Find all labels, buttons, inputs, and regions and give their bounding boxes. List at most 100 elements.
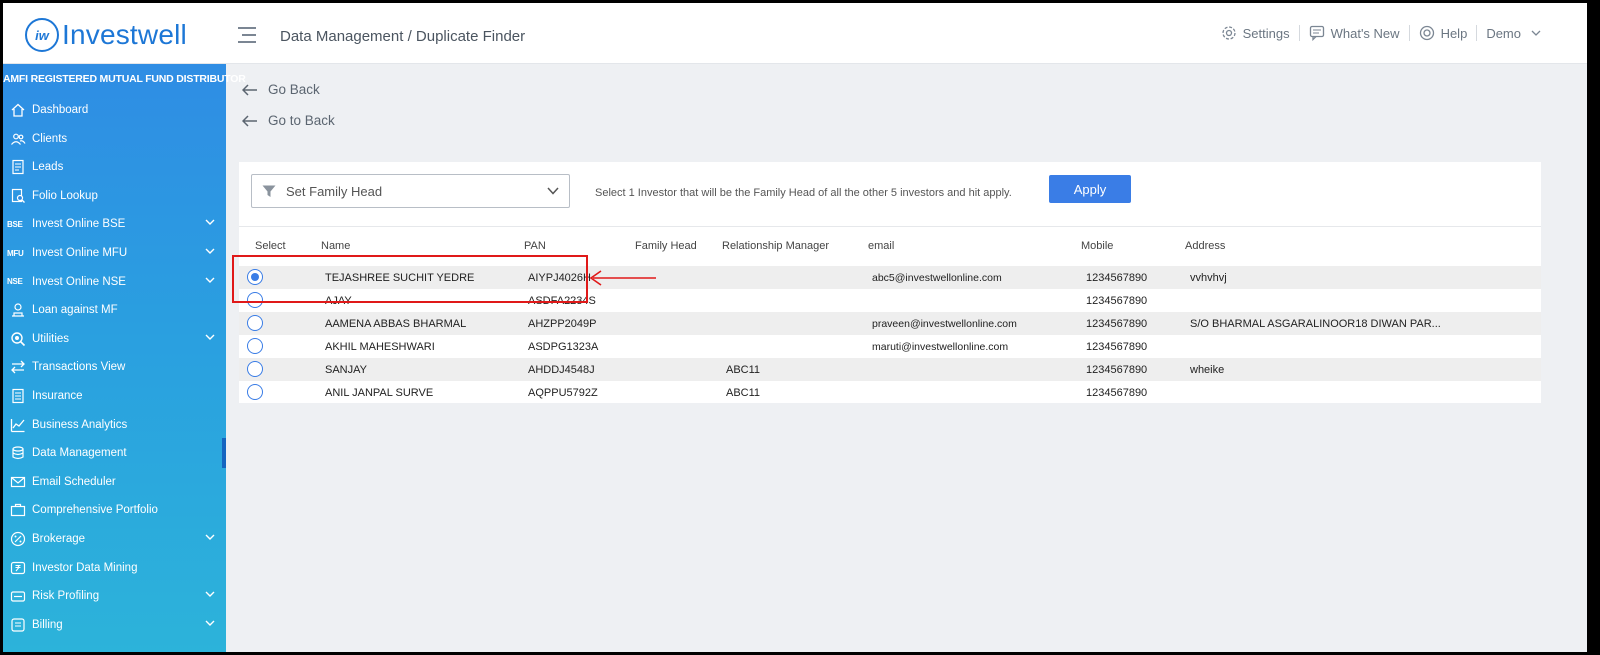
lifebuoy-icon <box>1419 25 1434 41</box>
cell-pan: AQPPU5792Z <box>528 386 598 399</box>
sidebar-item-clients[interactable]: Clients <box>3 125 226 153</box>
breadcrumb: Data Management / Duplicate Finder <box>280 28 526 45</box>
cell-address: vvhvhvj <box>1190 272 1227 284</box>
sidebar-item-leads[interactable]: Leads <box>3 153 226 181</box>
help-label: Help <box>1440 25 1468 41</box>
sidebar-item-billing[interactable]: Billing <box>3 611 226 639</box>
table-row: AAMENA ABBAS BHARMAL AHZPP2049P praveen@in… <box>239 311 1541 335</box>
family-head-select[interactable]: Set Family Head <box>251 174 570 208</box>
sidebar-item-transactions-view[interactable]: Transactions View <box>3 353 226 381</box>
cell-address: wheike <box>1190 363 1225 376</box>
sidebar-item-invest-online-mfu[interactable]: MFU Invest Online MFU <box>3 239 226 267</box>
sidebar-item-label: Invest Online NSE <box>32 275 126 288</box>
menu-toggle-icon[interactable] <box>238 27 258 45</box>
column-header-pan: PAN <box>524 240 546 252</box>
chevron-down-icon <box>1531 30 1541 36</box>
go-to-back-label: Go to Back <box>268 113 335 128</box>
go-back-link[interactable]: Go Back <box>242 82 320 97</box>
sidebar-item-insurance[interactable]: Insurance <box>3 382 226 410</box>
sidebar-item-brokerage[interactable]: Brokerage <box>3 525 226 553</box>
transfer-icon <box>9 359 27 375</box>
sidebar-item-label: Transactions View <box>32 361 126 374</box>
cell-name: AAMENA ABBAS BHARMAL <box>325 317 467 330</box>
divider <box>239 226 1541 227</box>
cell-mobile: 1234567890 <box>1086 294 1148 307</box>
apply-button[interactable]: Apply <box>1049 175 1131 203</box>
annotation-arrow <box>589 270 656 286</box>
billing-icon <box>9 617 27 633</box>
chevron-down-icon <box>205 591 215 598</box>
cell-email: abc5@investwellonline.com <box>872 272 1002 284</box>
column-header-family-head: Family Head <box>635 240 697 252</box>
sidebar-item-folio-lookup[interactable]: Folio Lookup <box>3 182 226 210</box>
sidebar-item-label: Brokerage <box>32 533 86 545</box>
user-menu[interactable]: Demo <box>1486 26 1547 41</box>
sidebar-item-label: Utilities <box>32 332 70 345</box>
mfu-badge: MFU <box>7 248 24 258</box>
chevron-down-icon <box>205 277 215 283</box>
sidebar-item-label: Comprehensive Portfolio <box>32 504 158 517</box>
loan-icon <box>9 302 27 318</box>
settings-link[interactable]: Settings <box>1221 25 1290 41</box>
sidebar-item-label: Risk Profiling <box>32 590 100 603</box>
sidebar-item-label: Leads <box>32 161 64 174</box>
whats-new-link[interactable]: What's New <box>1309 25 1400 41</box>
annotation-highlight-box <box>232 255 588 303</box>
portfolio-icon <box>9 502 27 518</box>
select-radio[interactable] <box>247 383 263 400</box>
top-header: iw Investwell Data Management / Duplicat… <box>3 3 1587 64</box>
sidebar-item-business-analytics[interactable]: Business Analytics <box>3 411 226 439</box>
instruction-text: Select 1 Investor that will be the Famil… <box>595 187 1012 199</box>
sidebar-item-label: Invest Online MFU <box>32 247 128 259</box>
folio-search-icon <box>9 188 27 204</box>
table-row: SANJAY AHDDJ4548J ABC11 1234567890 wheike <box>239 357 1541 381</box>
sidebar-item-loan-against-mf[interactable]: Loan against MF <box>3 296 226 324</box>
sidebar-item-invest-online-nse[interactable]: NSE Invest Online NSE <box>3 268 226 296</box>
sidebar-item-email-scheduler[interactable]: Email Scheduler <box>3 468 226 496</box>
sidebar-item-label: Billing <box>32 618 63 631</box>
go-back-label: Go Back <box>268 82 320 97</box>
cell-name: ANIL JANPAL SURVE <box>325 386 434 399</box>
sidebar-item-label: Loan against MF <box>32 304 118 317</box>
risk-icon <box>9 588 27 604</box>
help-link[interactable]: Help <box>1419 25 1468 41</box>
select-radio[interactable] <box>247 360 263 377</box>
sidebar-item-risk-profiling[interactable]: Risk Profiling <box>3 582 226 610</box>
sidebar-item-comprehensive-portfolio[interactable]: Comprehensive Portfolio <box>3 496 226 524</box>
cell-name: SANJAY <box>325 363 367 376</box>
select-radio[interactable] <box>247 337 263 354</box>
investwell-logo[interactable]: iw Investwell <box>25 17 187 53</box>
sidebar-item-invest-online-bse[interactable]: BSE Invest Online BSE <box>3 210 226 238</box>
sidebar-item-utilities[interactable]: Utilities <box>3 325 226 353</box>
column-header-mobile: Mobile <box>1081 240 1114 252</box>
rupee-icon <box>9 560 27 576</box>
cell-pan: ASDPG1323A <box>528 340 599 353</box>
go-to-back-link[interactable]: Go to Back <box>242 113 335 128</box>
family-head-select-value: Set Family Head <box>286 183 383 199</box>
chevron-down-icon <box>205 620 215 626</box>
main-content: Go Back Go to Back Set Family Head Selec… <box>226 64 1587 652</box>
cell-relationship-manager: ABC11 <box>726 386 761 399</box>
sidebar-title: AMFI REGISTERED MUTUAL FUND DISTRIBUTOR <box>3 73 246 85</box>
sidebar-item-label: Data Management <box>32 447 127 460</box>
cell-mobile: 1234567890 <box>1086 317 1148 330</box>
cell-address: S/O BHARMAL ASGARALINOOR18 DIWAN PAR... <box>1190 317 1441 330</box>
arrow-left-icon <box>242 114 257 127</box>
cell-name: AKHIL MAHESHWARI <box>325 340 435 353</box>
table-header: Select Name PAN Family Head Relationship… <box>239 240 1541 256</box>
logo-text: Investwell <box>62 19 187 50</box>
sidebar-item-label: Business Analytics <box>32 418 128 431</box>
select-radio[interactable] <box>247 314 263 331</box>
sidebar-item-investor-data-mining[interactable]: Investor Data Mining <box>3 554 226 582</box>
settings-label: Settings <box>1242 25 1290 41</box>
home-icon <box>9 102 27 118</box>
chevron-down-icon <box>205 534 215 540</box>
sidebar-item-label: Dashboard <box>32 104 89 116</box>
app-window: iw Investwell Data Management / Duplicat… <box>3 3 1587 652</box>
insurance-icon <box>9 388 27 404</box>
sidebar-item-dashboard[interactable]: Dashboard <box>3 96 226 124</box>
sidebar-item-data-management[interactable]: Data Management <box>3 439 226 467</box>
table-row: AKHIL MAHESHWARI ASDPG1323A maruti@investw… <box>239 335 1541 358</box>
database-icon <box>9 445 27 461</box>
chevron-down-icon <box>547 187 559 195</box>
